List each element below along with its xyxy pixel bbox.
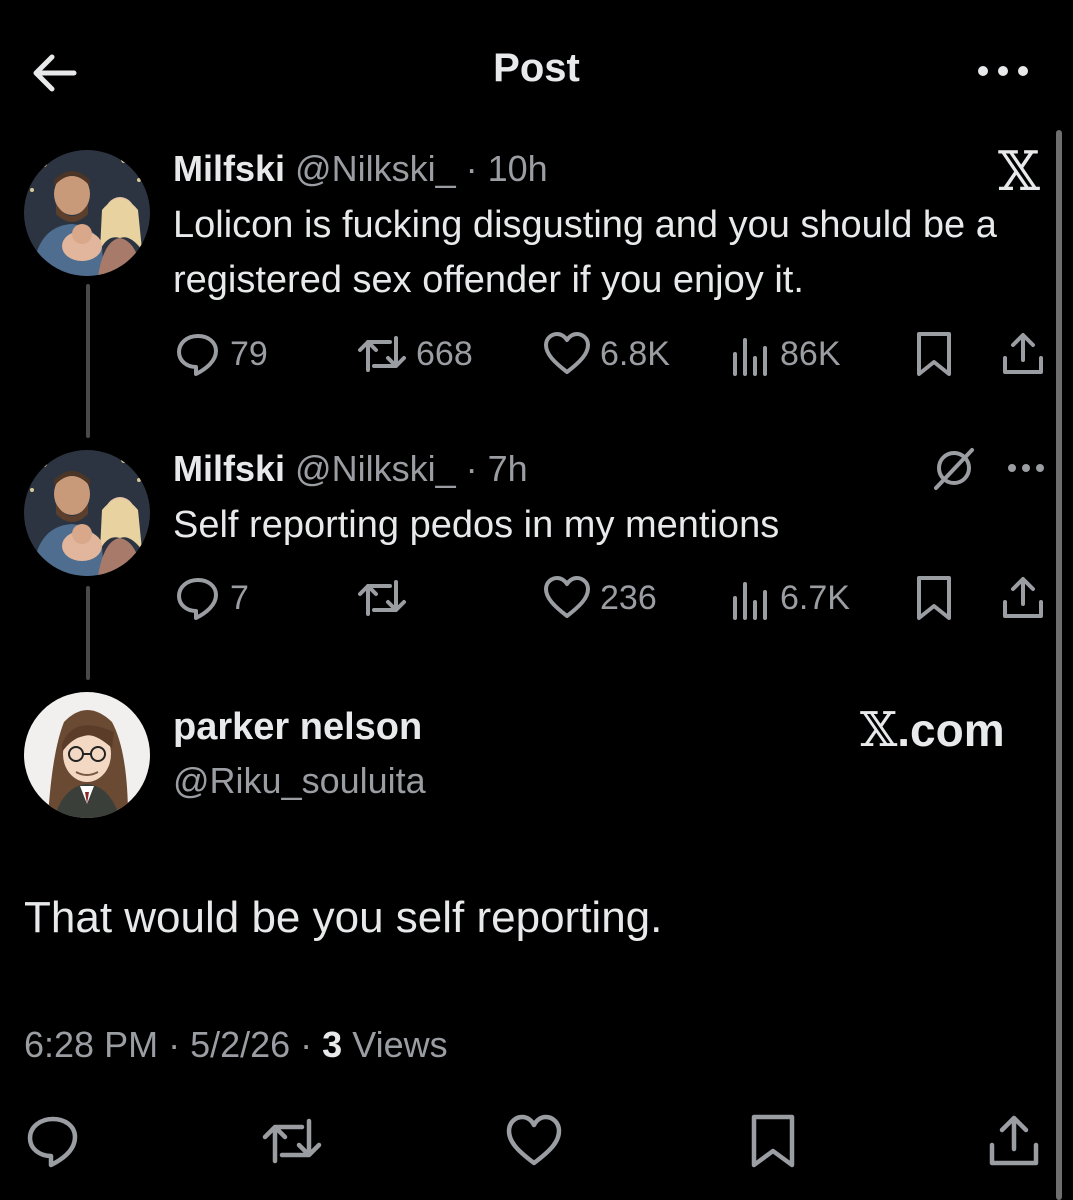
views-button[interactable]: 86K	[730, 330, 841, 378]
avatar[interactable]	[24, 450, 150, 576]
tweet-header: Milfski @Nilkski_ · 10h	[173, 148, 548, 190]
repost-icon	[358, 336, 406, 372]
repost-button[interactable]: 668	[356, 330, 473, 378]
tweet-actions: 79 668 6.8K 86K	[0, 330, 1073, 380]
post-text: That would be you self reporting.	[24, 893, 663, 942]
reply-button[interactable]: 79	[174, 330, 268, 378]
views-label[interactable]: Views	[352, 1024, 447, 1065]
reply-button[interactable]	[24, 1113, 82, 1174]
share-button[interactable]	[986, 1113, 1042, 1174]
top-bar: Post	[0, 0, 1073, 140]
like-count: 236	[600, 578, 657, 617]
repost-button[interactable]	[356, 574, 416, 622]
repost-icon	[262, 1118, 322, 1164]
reply-count: 79	[230, 334, 268, 373]
avatar[interactable]	[24, 692, 150, 818]
share-icon	[1003, 577, 1043, 618]
bookmark-icon	[917, 332, 951, 376]
share-button[interactable]	[1000, 574, 1046, 622]
view-count: 3	[322, 1024, 343, 1065]
author-handle[interactable]: @Riku_souluita	[173, 760, 426, 802]
repost-icon	[358, 580, 406, 616]
bookmark-icon	[751, 1114, 795, 1168]
author-name[interactable]: parker nelson	[173, 706, 422, 749]
tweet-time: · 10h	[465, 148, 548, 189]
post-time: 6:28 PM	[24, 1024, 159, 1065]
author-name[interactable]: Milfski	[173, 148, 285, 189]
source-label: 𝕏.com	[860, 702, 1005, 758]
bookmark-button[interactable]	[914, 330, 954, 378]
x-logo-icon: 𝕏	[860, 702, 898, 758]
reply-count: 7	[230, 578, 249, 617]
avatar[interactable]	[24, 150, 150, 276]
reply-icon	[177, 578, 218, 620]
x-logo-icon: 𝕏	[998, 140, 1040, 203]
post-timestamp: 6:28 PM · 5/2/26 · 3 Views	[24, 1024, 448, 1065]
source-domain: .com	[897, 704, 1005, 756]
views-count: 86K	[780, 334, 841, 373]
tweet-header: Milfski @Nilkski_ · 7h	[173, 448, 528, 490]
heart-icon	[506, 1114, 562, 1166]
page-title: Post	[493, 46, 580, 90]
grok-icon[interactable]	[930, 444, 978, 497]
heart-icon	[544, 332, 590, 374]
post-action-bar	[0, 1105, 1073, 1175]
more-options-icon[interactable]	[973, 56, 1033, 86]
author-name[interactable]: Milfski	[173, 448, 285, 489]
tweet-text: Lolicon is fucking disgusting and you sh…	[173, 204, 997, 301]
reply-button[interactable]: 7	[174, 574, 249, 622]
bookmark-icon	[917, 576, 951, 620]
author-handle[interactable]: @Nilkski_	[295, 148, 456, 189]
reply-icon	[27, 1116, 78, 1168]
views-icon	[733, 338, 767, 376]
post-date: 5/2/26	[190, 1024, 291, 1065]
repost-count: 668	[416, 334, 473, 373]
repost-button[interactable]	[260, 1113, 324, 1174]
share-button[interactable]	[1000, 330, 1046, 378]
share-icon	[1003, 333, 1043, 374]
views-count: 6.7K	[780, 578, 850, 617]
like-button[interactable]: 236	[542, 574, 657, 622]
bookmark-button[interactable]	[748, 1113, 798, 1174]
scrollbar[interactable]	[1056, 130, 1062, 1200]
reply-icon	[177, 334, 218, 376]
like-button[interactable]	[504, 1113, 564, 1174]
tweet-text: Self reporting pedos in my mentions	[173, 504, 780, 546]
heart-icon	[544, 576, 590, 618]
like-button[interactable]: 6.8K	[542, 330, 670, 378]
more-options-icon[interactable]	[1006, 460, 1046, 481]
tweet-actions: 7 236 6.7K	[0, 574, 1073, 624]
share-icon	[989, 1115, 1039, 1166]
views-icon	[733, 582, 767, 620]
tweet-time: · 7h	[465, 448, 528, 489]
bookmark-button[interactable]	[914, 574, 954, 622]
author-handle[interactable]: @Nilkski_	[295, 448, 456, 489]
like-count: 6.8K	[600, 334, 670, 373]
views-button[interactable]: 6.7K	[730, 574, 850, 622]
